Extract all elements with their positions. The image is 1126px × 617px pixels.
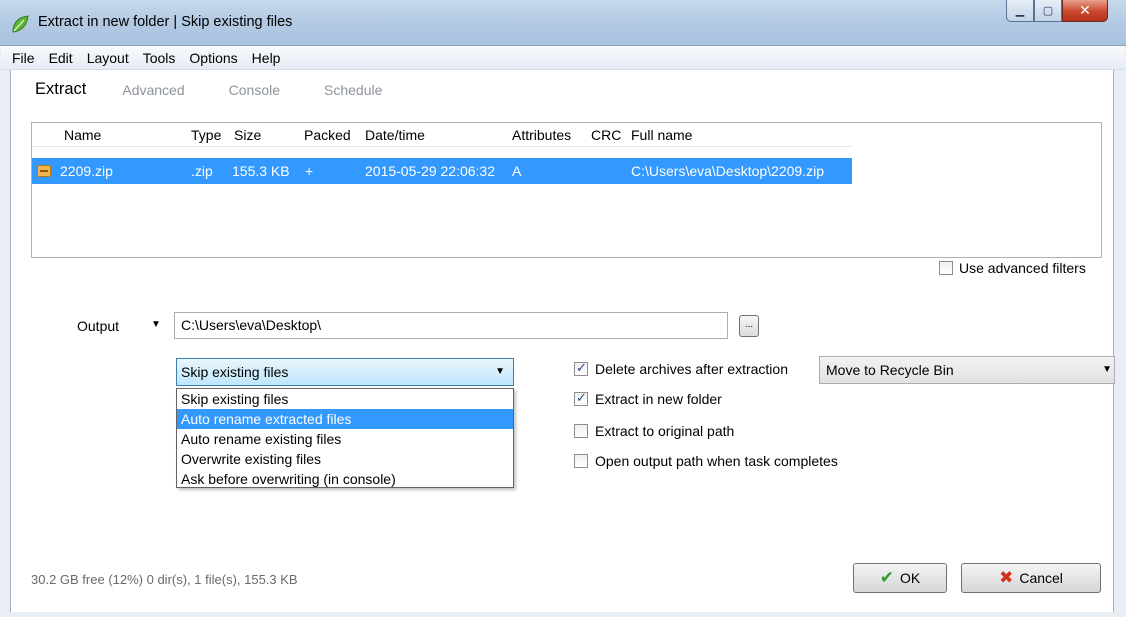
extract-new-folder-checkbox[interactable] xyxy=(574,390,588,406)
extract-new-folder-option[interactable]: Extract in new folder xyxy=(574,390,722,407)
overwrite-mode-select[interactable]: Skip existing files ▼ xyxy=(176,358,514,386)
extract-original-path-checkbox[interactable] xyxy=(574,424,588,438)
advanced-filters-checkbox[interactable] xyxy=(939,261,953,275)
chevron-down-icon: ▼ xyxy=(495,366,505,377)
cell-size: 155.3 KB xyxy=(232,163,290,179)
menu-help[interactable]: Help xyxy=(245,50,288,66)
status-text: 30.2 GB free (12%) 0 dir(s), 1 file(s), … xyxy=(31,572,298,587)
file-list[interactable]: Name Type Size Packed Date/time Attribut… xyxy=(31,122,1102,258)
cancel-button[interactable]: ✖ Cancel xyxy=(961,563,1101,593)
tab-console[interactable]: Console xyxy=(229,82,280,98)
column-header-packed[interactable]: Packed xyxy=(304,127,351,143)
output-path-field[interactable]: C:\Users\eva\Desktop\ xyxy=(174,312,728,339)
window-controls: ▁ ▢ ✕ xyxy=(1006,0,1108,22)
dropdown-option[interactable]: Auto rename existing files xyxy=(177,429,513,449)
advanced-filters-option[interactable]: Use advanced filters xyxy=(939,260,1086,276)
menu-layout[interactable]: Layout xyxy=(80,50,136,66)
cancel-x-icon: ✖ xyxy=(999,568,1014,587)
dialog-body: File Edit Layout Tools Options Help Extr… xyxy=(1,46,1125,612)
column-header-crc[interactable]: CRC xyxy=(591,127,621,143)
cancel-label: Cancel xyxy=(1019,570,1063,586)
list-header: Name Type Size Packed Date/time Attribut… xyxy=(32,123,852,147)
menu-edit[interactable]: Edit xyxy=(42,50,80,66)
extract-original-path-label: Extract to original path xyxy=(595,423,735,439)
checkmark-icon: ✔ xyxy=(879,568,894,587)
delete-mode-value: Move to Recycle Bin xyxy=(826,362,954,378)
dropdown-option[interactable]: Skip existing files xyxy=(177,389,513,409)
cell-type: .zip xyxy=(191,163,213,179)
cell-attributes: A xyxy=(512,163,522,179)
tab-advanced[interactable]: Advanced xyxy=(122,82,184,98)
column-header-datetime[interactable]: Date/time xyxy=(365,127,425,143)
extract-new-folder-label: Extract in new folder xyxy=(595,391,722,407)
open-output-path-checkbox[interactable] xyxy=(574,454,588,468)
browse-button[interactable]: ... xyxy=(739,315,759,337)
ok-label: OK xyxy=(900,570,921,586)
dropdown-option[interactable]: Ask before overwriting (in console) xyxy=(177,469,513,489)
dropdown-option[interactable]: Overwrite existing files xyxy=(177,449,513,469)
column-header-attributes[interactable]: Attributes xyxy=(512,127,571,143)
column-header-name[interactable]: Name xyxy=(64,127,101,143)
overwrite-mode-value: Skip existing files xyxy=(181,364,289,380)
delete-mode-select[interactable]: Move to Recycle Bin ▼ xyxy=(819,356,1115,384)
output-label: Output xyxy=(77,318,120,334)
cell-fullname: C:\Users\eva\Desktop\2209.zip xyxy=(631,163,824,179)
table-row[interactable]: 2209.zip .zip 155.3 KB + 2015-05-29 22:0… xyxy=(32,158,852,184)
tab-schedule[interactable]: Schedule xyxy=(324,82,382,98)
column-header-type[interactable]: Type xyxy=(191,127,221,143)
cell-packed: + xyxy=(305,163,314,179)
ok-button[interactable]: ✔ OK xyxy=(853,563,947,593)
open-output-path-label: Open output path when task completes xyxy=(595,453,838,469)
menu-options[interactable]: Options xyxy=(182,50,244,66)
close-icon[interactable]: ✕ xyxy=(1062,0,1108,22)
window-title: Extract in new folder | Skip existing fi… xyxy=(38,14,293,30)
open-output-path-option[interactable]: Open output path when task completes xyxy=(574,453,838,469)
peazip-leaf-icon xyxy=(12,15,29,33)
column-header-fullname[interactable]: Full name xyxy=(631,127,692,143)
tab-bar: Extract Advanced Console Schedule xyxy=(35,80,426,99)
title-bar: Extract in new folder | Skip existing fi… xyxy=(0,0,1126,46)
dropdown-option[interactable]: Auto rename extracted files xyxy=(177,409,513,429)
minimize-icon[interactable]: ▁ xyxy=(1006,0,1034,22)
output-menu-icon[interactable]: ▼ xyxy=(151,319,161,330)
extract-original-path-option[interactable]: Extract to original path xyxy=(574,423,734,439)
maximize-icon[interactable]: ▢ xyxy=(1034,0,1062,22)
cell-name: 2209.zip xyxy=(60,163,113,179)
menu-file[interactable]: File xyxy=(5,50,42,66)
archive-icon xyxy=(37,165,51,177)
tab-extract[interactable]: Extract xyxy=(35,80,86,99)
menu-bar: File Edit Layout Tools Options Help xyxy=(1,46,1125,70)
delete-archives-label: Delete archives after extraction xyxy=(595,361,788,377)
delete-archives-checkbox[interactable] xyxy=(574,360,588,376)
column-header-size[interactable]: Size xyxy=(234,127,261,143)
delete-archives-option[interactable]: Delete archives after extraction xyxy=(574,360,788,377)
cell-datetime: 2015-05-29 22:06:32 xyxy=(365,163,495,179)
overwrite-mode-dropdown: Skip existing files Auto rename extracte… xyxy=(176,388,514,488)
chevron-down-icon: ▼ xyxy=(1102,364,1112,375)
menu-tools[interactable]: Tools xyxy=(136,50,183,66)
advanced-filters-label: Use advanced filters xyxy=(959,260,1086,276)
